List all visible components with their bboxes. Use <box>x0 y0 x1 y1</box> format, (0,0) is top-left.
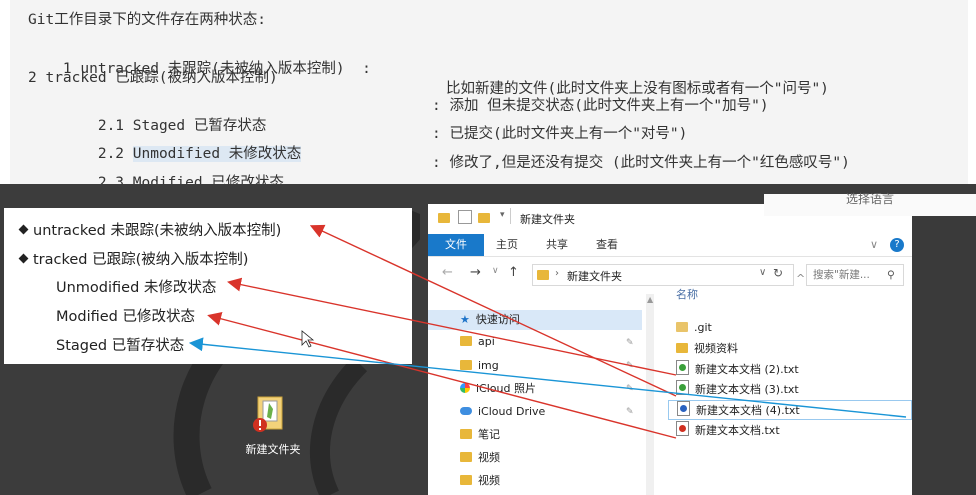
list-item-doc[interactable]: 新建文本文档.txt <box>676 421 780 441</box>
folder-icon <box>460 360 472 370</box>
notes-panel: Git工作目录下的文件存在两种状态: 1 untracked 未跟踪(未被纳入版… <box>10 0 968 191</box>
file-explorer-window: ▾ 新建文件夹 文件 主页 共享 查看 ∨ ? ← → ∨ ↑ › 新建文件夹 … <box>428 204 912 495</box>
back-arrow-icon[interactable]: ← <box>442 265 453 280</box>
refresh-icon[interactable]: ↻ <box>773 266 783 280</box>
file-name: 视频资料 <box>694 342 738 355</box>
legend-modified: Modified 已修改状态 <box>56 309 195 325</box>
window-title: 新建文件夹 <box>520 213 575 226</box>
notes-line-5-desc: : 已提交(此时文件夹上有一个"对号") <box>432 126 688 142</box>
address-box[interactable]: › 新建文件夹 ∨ ↻ <box>532 264 794 286</box>
new-folder-icon[interactable] <box>478 213 490 223</box>
language-selector-label: 选择语言 <box>846 192 895 206</box>
cloud-icon <box>460 407 472 415</box>
search-placeholder: 搜索"新建... <box>813 269 870 281</box>
nav-item-label: 笔记 <box>478 428 500 441</box>
folder-icon <box>676 322 688 332</box>
folder-icon <box>460 336 472 346</box>
breadcrumb-chevron-icon: › <box>555 268 559 279</box>
folder-icon <box>438 213 450 223</box>
desktop-folder-label[interactable]: 新建文件夹 <box>238 441 308 457</box>
pin-icon[interactable]: ✎ <box>626 338 634 348</box>
nav-item-label: iCloud 照片 <box>476 382 536 395</box>
file-list: .git 视频资料 新建文本文档 (2).txt 新建文本文档 (3).txt … <box>660 294 912 495</box>
icloud-photos-icon <box>460 383 470 393</box>
list-item-doc-4[interactable]: 新建文本文档 (4).txt <box>668 400 912 420</box>
file-name: 新建文本文档.txt <box>695 424 780 437</box>
pin-icon[interactable]: ✎ <box>626 407 634 417</box>
folder-icon <box>460 452 472 462</box>
ribbon-expand-chevron-icon[interactable]: ∨ <box>870 234 878 256</box>
notes-line-4-desc: : 添加 但未提交状态(此时文件夹上有一个"加号") <box>432 98 769 114</box>
diamond-bullet-icon <box>18 224 29 235</box>
legend-tracked-label: tracked 已跟踪(被纳入版本控制) <box>33 252 249 268</box>
address-dropdown-chevron-icon[interactable]: ∨ <box>759 267 766 278</box>
language-selector[interactable]: 选择语言 <box>764 192 976 216</box>
nav-item-label: iCloud Drive <box>478 405 546 418</box>
folder-icon <box>460 429 472 439</box>
desktop: untracked 未跟踪(未被纳入版本控制) tracked 已跟踪(被纳入版… <box>0 184 976 495</box>
unmodified-check-icon <box>676 360 689 375</box>
folder-icon <box>676 343 688 353</box>
pin-icon[interactable]: ✎ <box>626 361 634 371</box>
unmodified-check-icon <box>676 380 689 395</box>
state-legend: untracked 未跟踪(未被纳入版本控制) tracked 已跟踪(被纳入版… <box>4 208 412 364</box>
nav-item-label: 快速访问 <box>475 313 520 326</box>
folder-icon <box>537 270 549 280</box>
ribbon-tabs: 文件 主页 共享 查看 ∨ ? <box>428 234 912 257</box>
sort-chevron-icon: ^ <box>796 272 806 285</box>
nav-item-video-2[interactable]: 视频 <box>460 471 500 491</box>
folder-icon <box>460 475 472 485</box>
quick-access-toolbar-chevron-icon[interactable]: ▾ <box>500 210 505 220</box>
nav-item-notes[interactable]: 笔记 <box>460 425 500 445</box>
star-icon: ★ <box>460 313 470 326</box>
file-name: .git <box>694 321 712 334</box>
staged-plus-icon <box>677 401 690 416</box>
recent-locations-chevron-icon[interactable]: ∨ <box>492 266 499 276</box>
nav-item-quick-access[interactable]: ★ 快速访问 <box>428 310 642 330</box>
nav-item-label: img <box>478 359 499 372</box>
search-input[interactable]: 搜索"新建... ⚲ <box>806 264 904 286</box>
notes-line-6-desc: : 修改了,但是还没有提交 (此时文件夹上有一个"红色感叹号") <box>432 155 850 171</box>
nav-item-api[interactable]: api <box>460 332 495 352</box>
properties-icon[interactable] <box>458 210 472 224</box>
ribbon-tab-file[interactable]: 文件 <box>428 234 484 256</box>
ribbon-tab-view[interactable]: 查看 <box>596 234 618 256</box>
list-item-git[interactable]: .git <box>676 318 712 338</box>
search-icon[interactable]: ⚲ <box>887 265 895 285</box>
ribbon-tab-home[interactable]: 主页 <box>496 234 518 256</box>
notes-line-1: Git工作目录下的文件存在两种状态: <box>28 12 266 28</box>
diamond-bullet-icon <box>18 253 29 264</box>
desktop-folder-icon[interactable] <box>252 393 288 433</box>
list-item-doc-2[interactable]: 新建文本文档 (2).txt <box>676 360 799 380</box>
file-name: 新建文本文档 (4).txt <box>696 404 800 417</box>
list-item-video-material[interactable]: 视频资料 <box>676 339 738 359</box>
nav-item-img[interactable]: img <box>460 356 499 376</box>
navigation-pane: ★ 快速访问 api img iCloud 照片 iCloud Drive 笔记 … <box>428 294 654 495</box>
legend-staged: Staged 已暂存状态 <box>56 338 185 354</box>
nav-item-icloud-photos[interactable]: iCloud 照片 <box>460 379 536 399</box>
notes-line-3: 2 tracked 已跟踪(被纳入版本控制) <box>28 70 278 86</box>
help-icon[interactable]: ? <box>890 238 904 252</box>
modified-exclamation-icon <box>676 421 689 436</box>
file-name: 新建文本文档 (2).txt <box>695 363 799 376</box>
nav-item-label: 视频 <box>478 474 500 487</box>
nav-item-icloud-drive[interactable]: iCloud Drive <box>460 402 545 422</box>
legend-unmodified: Unmodified 未修改状态 <box>56 280 217 296</box>
pin-icon[interactable]: ✎ <box>626 384 634 394</box>
ribbon-tab-share[interactable]: 共享 <box>546 234 568 256</box>
list-item-doc-3[interactable]: 新建文本文档 (3).txt <box>676 380 799 400</box>
address-path: 新建文件夹 <box>567 270 622 283</box>
title-divider <box>510 208 511 224</box>
legend-untracked: untracked 未跟踪(未被纳入版本控制) <box>18 219 282 240</box>
legend-tracked: tracked 已跟踪(被纳入版本控制) <box>18 248 249 269</box>
address-bar-row: ← → ∨ ↑ › 新建文件夹 ∨ ↻ 搜索"新建... ⚲ <box>428 260 912 288</box>
desktop-right-strip <box>912 204 976 495</box>
nav-item-label: 视频 <box>478 451 500 464</box>
forward-arrow-icon[interactable]: → <box>470 265 481 280</box>
legend-untracked-label: untracked 未跟踪(未被纳入版本控制) <box>33 223 282 239</box>
nav-item-label: api <box>478 335 495 348</box>
nav-item-video[interactable]: 视频 <box>460 448 500 468</box>
file-name: 新建文本文档 (3).txt <box>695 383 799 396</box>
up-arrow-icon[interactable]: ↑ <box>508 265 519 280</box>
